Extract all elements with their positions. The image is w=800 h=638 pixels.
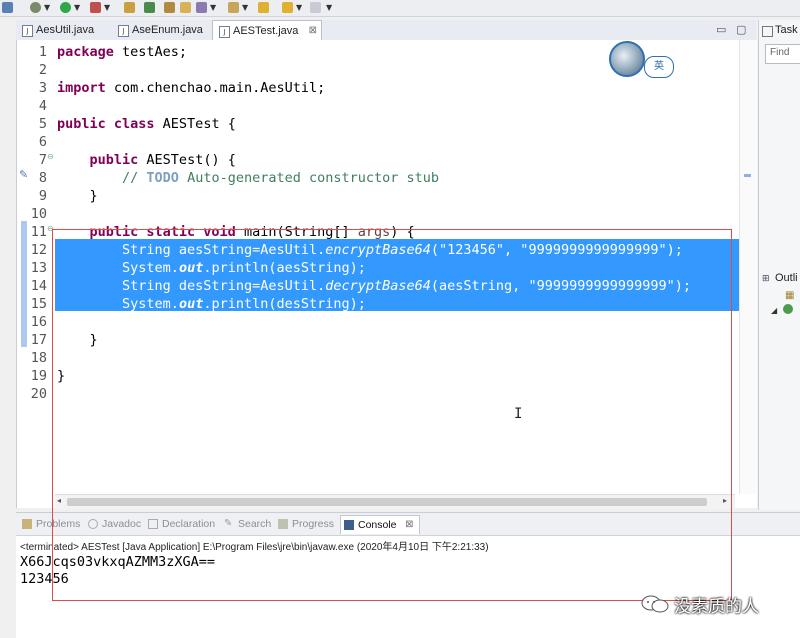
chevron-down-icon[interactable]: ▼ xyxy=(44,3,50,13)
tab-label: AseEnum.java xyxy=(132,24,203,36)
line-number: 9 xyxy=(38,188,47,204)
ruler-marker[interactable] xyxy=(744,174,751,177)
line-number: 14 xyxy=(30,278,47,294)
package-icon: ▦ xyxy=(785,290,795,301)
line-number: 4 xyxy=(38,98,47,114)
line-number: 20 xyxy=(30,386,47,402)
tab-aesutil[interactable]: J AesUtil.java xyxy=(16,20,110,40)
new-class-icon[interactable] xyxy=(144,2,155,13)
nav-back-icon[interactable] xyxy=(258,2,269,13)
new-package-icon[interactable] xyxy=(124,2,135,13)
java-file-icon: J xyxy=(22,25,33,37)
right-side-panel: Task Find ⊞ Outli ▦ ◢ xyxy=(758,20,800,510)
line-number: 19 xyxy=(30,368,47,384)
java-file-icon: J xyxy=(219,26,230,38)
input-method-badge[interactable]: 英 xyxy=(644,56,674,78)
outline-tab[interactable]: Outli xyxy=(775,272,798,284)
settings-icon[interactable] xyxy=(30,2,41,13)
debug-icon[interactable] xyxy=(90,2,101,13)
save-icon[interactable] xyxy=(2,2,13,13)
line-number: 8 xyxy=(38,170,47,186)
nav-back-history-icon[interactable] xyxy=(282,2,293,13)
edit-icon[interactable] xyxy=(180,2,191,13)
code-line: import com.chenchao.main.AesUtil; xyxy=(57,80,326,96)
line-number: 7 xyxy=(38,152,47,168)
code-line: package testAes; xyxy=(57,44,188,60)
chevron-down-icon[interactable]: ▼ xyxy=(296,3,302,13)
tab-label: AESTest.java xyxy=(233,25,299,37)
chevron-down-icon[interactable]: ▼ xyxy=(242,3,248,13)
avatar[interactable] xyxy=(609,41,645,77)
code-line: // TODO Auto-generated constructor stub xyxy=(122,170,440,186)
watermark-text: 没素质的人 xyxy=(674,597,759,617)
chevron-down-icon[interactable]: ▼ xyxy=(210,3,216,13)
line-number: 5 xyxy=(38,116,47,132)
code-line: public AESTest() { xyxy=(89,152,236,168)
line-number: 12 xyxy=(30,242,47,258)
editor-tab-bar: J AesUtil.java J AseEnum.java J AESTest.… xyxy=(16,20,756,41)
problems-icon xyxy=(22,519,32,529)
chevron-down-icon[interactable]: ▼ xyxy=(74,3,80,13)
find-input[interactable]: Find xyxy=(765,44,800,64)
line-number: 16 xyxy=(30,314,47,330)
main-toolbar: ▼ ▼ ▼ ▼ ▼ ▼ ▼ xyxy=(0,0,800,17)
line-number: 1 xyxy=(38,44,47,60)
line-number: 15 xyxy=(30,296,47,312)
chevron-down-icon[interactable]: ▼ xyxy=(104,3,110,13)
tab-aseenum[interactable]: J AseEnum.java xyxy=(112,20,212,40)
code-line: public class AESTest { xyxy=(57,116,236,132)
expand-icon[interactable]: ◢ xyxy=(771,306,777,315)
overview-ruler xyxy=(739,40,756,494)
minimize-icon[interactable]: ▭ xyxy=(716,23,726,36)
line-number: 18 xyxy=(30,350,47,366)
find-placeholder: Find xyxy=(770,47,790,58)
maximize-icon[interactable]: ▢ xyxy=(736,23,746,36)
outline-icon: ⊞ xyxy=(762,274,770,284)
annotation-icon[interactable] xyxy=(228,2,239,13)
line-number: 6 xyxy=(38,134,47,150)
task-list-tab[interactable]: Task xyxy=(775,24,798,36)
tab-label: AesUtil.java xyxy=(36,24,95,36)
wechat-icon xyxy=(641,595,669,613)
chevron-down-icon[interactable]: ▼ xyxy=(326,3,332,13)
fold-icon[interactable]: ⊖ xyxy=(47,152,54,161)
search-icon[interactable] xyxy=(196,2,207,13)
watermark: 没素质的人 xyxy=(640,592,790,617)
line-number: 13 xyxy=(30,260,47,276)
line-number: 10 xyxy=(30,206,47,222)
close-tab-icon[interactable]: ⊠ xyxy=(309,21,317,41)
java-file-icon: J xyxy=(118,25,129,37)
line-number: 11 xyxy=(30,224,47,240)
line-number: 3 xyxy=(38,80,47,96)
line-number: 17 xyxy=(30,332,47,348)
task-list-icon xyxy=(762,26,773,37)
code-line: } xyxy=(89,188,98,204)
tab-aestest[interactable]: J AESTest.java ⊠ xyxy=(212,20,322,40)
text-cursor-icon: I xyxy=(514,406,523,422)
class-icon xyxy=(783,304,793,314)
annotation-highlight-box xyxy=(52,229,732,601)
open-type-icon[interactable] xyxy=(164,2,175,13)
nav-forward-icon[interactable] xyxy=(310,2,321,13)
run-icon[interactable] xyxy=(60,2,71,13)
line-number: 2 xyxy=(38,62,47,78)
